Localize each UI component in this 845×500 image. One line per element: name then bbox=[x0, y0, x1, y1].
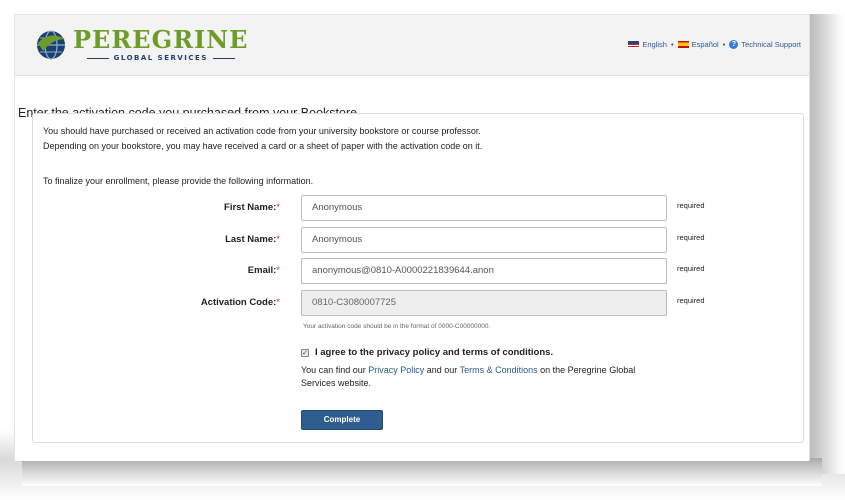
email-input[interactable]: anonymous@0810-A0000221839644.anon bbox=[301, 258, 667, 284]
english-link[interactable]: English bbox=[642, 40, 667, 49]
brand-sub-text: GLOBAL SERVICES bbox=[113, 54, 208, 62]
help-icon: ? bbox=[729, 40, 739, 49]
finalize-text: To finalize your enrollment, please prov… bbox=[43, 176, 314, 186]
activation-code-input: 0810-C3080007725 bbox=[301, 290, 667, 316]
activation-code-required: required bbox=[677, 296, 705, 305]
policy-text: You can find our Privacy Policy and our … bbox=[301, 365, 636, 388]
agree-checkbox[interactable]: ✓ bbox=[301, 348, 309, 357]
email-row: Email:* anonymous@0810-A0000221839644.an… bbox=[33, 258, 803, 284]
brand-name: PEREGRINE bbox=[73, 25, 249, 54]
brand-subtitle: GLOBAL SERVICES bbox=[82, 54, 240, 62]
content-area: Enter the activation code you purchased … bbox=[15, 75, 809, 461]
activation-code-label: Activation Code:* bbox=[200, 297, 280, 308]
agree-row[interactable]: ✓ I agree to the privacy policy and term… bbox=[301, 347, 553, 358]
intro-text: You should have purchased or received an… bbox=[43, 124, 482, 154]
activation-panel: You should have purchased or received an… bbox=[32, 113, 804, 443]
activation-code-hint: Your activation code should be in the fo… bbox=[303, 323, 491, 330]
first-name-input[interactable]: Anonymous bbox=[301, 195, 667, 221]
peregrine-logo[interactable]: PEREGRINE GLOBAL SERVICES bbox=[35, 25, 248, 65]
window-shadow-right bbox=[808, 14, 845, 474]
agree-label[interactable]: I agree to the privacy policy and terms … bbox=[315, 347, 553, 358]
last-name-row: Last Name:* Anonymous required bbox=[33, 227, 803, 253]
brand-rule-right bbox=[212, 57, 235, 59]
first-name-required: required bbox=[677, 201, 705, 210]
brand-text: PEREGRINE GLOBAL SERVICES bbox=[73, 25, 249, 63]
last-name-input[interactable]: Anonymous bbox=[301, 227, 667, 253]
privacy-policy-link[interactable]: Privacy Policy bbox=[368, 365, 424, 375]
language-bar: English • Español • ? Technical Support bbox=[628, 40, 801, 49]
intro-line-1: You should have purchased or received an… bbox=[43, 126, 481, 136]
email-label: Email:* bbox=[247, 265, 280, 276]
brand-rule-left bbox=[86, 57, 109, 59]
globe-icon bbox=[37, 30, 65, 60]
first-name-row: First Name:* Anonymous required bbox=[33, 195, 803, 221]
espanol-link[interactable]: Español bbox=[692, 40, 719, 49]
last-name-required: required bbox=[677, 233, 705, 242]
lang-separator: • bbox=[670, 40, 674, 49]
complete-button[interactable]: Complete bbox=[301, 410, 383, 430]
us-flag-icon bbox=[628, 41, 640, 48]
last-name-label: Last Name:* bbox=[225, 234, 280, 245]
browser-window: PEREGRINE GLOBAL SERVICES English • Espa… bbox=[14, 14, 810, 461]
intro-line-2: Depending on your bookstore, you may hav… bbox=[43, 141, 483, 151]
window-shadow-bottom bbox=[22, 458, 822, 486]
email-required: required bbox=[677, 264, 705, 273]
technical-support-link[interactable]: Technical Support bbox=[741, 40, 801, 49]
activation-code-row: Activation Code:* 0810-C3080007725 requi… bbox=[33, 290, 803, 316]
spain-flag-icon bbox=[677, 41, 689, 48]
site-header: PEREGRINE GLOBAL SERVICES English • Espa… bbox=[15, 15, 809, 75]
lang-separator: • bbox=[722, 40, 726, 49]
terms-conditions-link[interactable]: Terms & Conditions bbox=[460, 365, 538, 375]
first-name-label: First Name:* bbox=[224, 202, 280, 213]
